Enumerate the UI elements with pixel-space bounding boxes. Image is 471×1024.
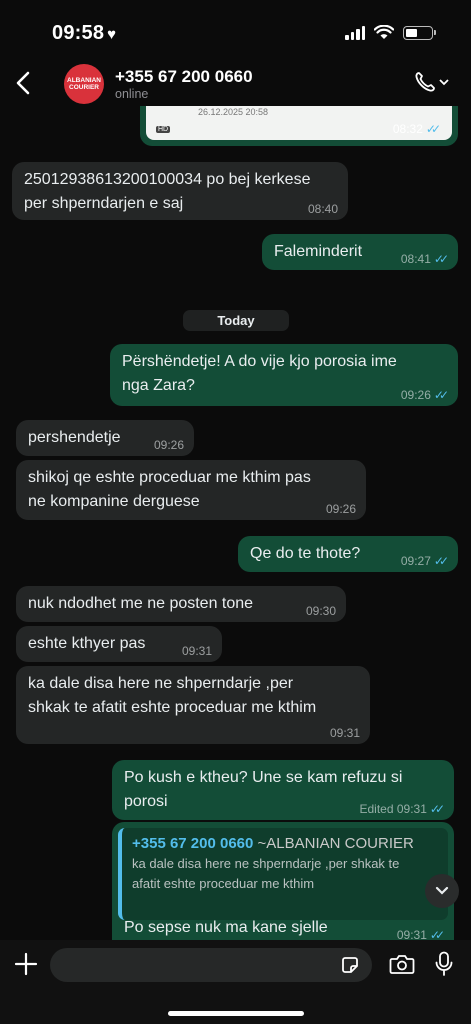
message-time: 08:32 (392, 122, 423, 136)
message-meta: 09:26 (154, 438, 184, 452)
message-bubble-out[interactable]: Po kush e ktheu? Une se kam refuzu si po… (112, 760, 454, 820)
message-meta: 08:32 ✓✓ (392, 122, 441, 136)
read-ticks-icon: ✓✓ (433, 388, 449, 402)
message-text: ne kompanine derguese (28, 493, 200, 510)
message-meta: 08:41 ✓✓ (400, 252, 449, 266)
read-ticks-icon: ✓✓ (425, 122, 441, 136)
message-time: 09:26 (400, 388, 431, 402)
camera-button[interactable] (389, 953, 415, 980)
quoted-message[interactable]: +355 67 200 0660 ~ALBANIAN COURIER ka da… (118, 828, 448, 920)
message-time: Edited 09:31 (359, 802, 427, 816)
message-text: Po sepse nuk ma kane sjelle (124, 919, 328, 936)
message-time: 09:30 (305, 604, 336, 618)
camera-icon (389, 955, 415, 974)
message-time: 09:26 (153, 438, 184, 452)
call-button[interactable] (413, 70, 449, 94)
message-text: shkak te afatit eshte proceduar me kthim (28, 699, 317, 716)
scroll-to-bottom-button[interactable] (425, 874, 459, 908)
attach-button[interactable] (14, 952, 38, 981)
battery-icon (403, 25, 436, 40)
contact-name[interactable]: +355 67 200 0660 (115, 67, 253, 87)
chevron-down-icon (435, 886, 449, 895)
avatar[interactable]: ALBANIAN COURIER (64, 64, 104, 104)
message-text: nuk ndodhet me ne posten tone (28, 595, 254, 612)
hd-badge: HD (156, 126, 171, 133)
message-meta: 08:40 (308, 202, 338, 216)
message-meta: 09:26 (326, 502, 356, 516)
wifi-icon (374, 25, 394, 39)
image-date-text: 26.12.2025 20:58 (198, 107, 269, 117)
composer-bar (0, 940, 471, 1024)
read-ticks-icon: ✓✓ (429, 802, 445, 816)
message-meta: Edited 09:31 ✓✓ (359, 802, 446, 816)
message-meta: 09:31 (182, 644, 212, 658)
message-bubble-out[interactable]: Faleminderit 08:41 ✓✓ (262, 234, 458, 270)
avatar-logo: ALBANIAN COURIER (67, 77, 101, 91)
date-divider: Today (183, 310, 289, 331)
status-bar: 09:58 ♥ (0, 0, 471, 62)
message-time: 09:26 (325, 502, 356, 516)
message-text: 25012938613200100034 po bej kerkese (24, 171, 311, 188)
quote-text: ka dale disa here ne shperndarje ,per sh… (132, 856, 400, 871)
message-text: ka dale disa here ne shperndarje ,per (28, 675, 294, 692)
chevron-left-icon (16, 71, 30, 95)
read-ticks-icon: ✓✓ (433, 554, 449, 568)
message-bubble-in[interactable]: ka dale disa here ne shperndarje ,per sh… (16, 666, 370, 744)
message-bubble-in[interactable]: shikoj qe eshte proceduar me kthim pas n… (16, 460, 366, 520)
message-bubble-in[interactable]: eshte kthyer pas 09:31 (16, 626, 222, 662)
message-list[interactable]: 26.12.2025 20:58 HD 08:32 ✓✓ 250129386132… (0, 106, 471, 940)
chevron-down-icon (439, 79, 449, 86)
quote-text: afatit eshte proceduar me kthim (132, 876, 315, 891)
read-ticks-icon: ✓✓ (429, 928, 445, 940)
message-time: 09:31 (181, 644, 212, 658)
quote-sender-tag: ~ALBANIAN COURIER (257, 835, 414, 852)
message-meta: 09:31 (330, 726, 360, 740)
chat-header: ALBANIAN COURIER +355 67 200 0660 online (0, 62, 471, 106)
message-text: Përshëndetje! A do vije kjo porosia ime (122, 353, 397, 370)
voice-record-button[interactable] (434, 951, 454, 982)
message-bubble-in[interactable]: nuk ndodhet me ne posten tone 09:30 (16, 586, 346, 622)
status-time: 09:58 ♥ (52, 22, 117, 44)
image-message[interactable]: 26.12.2025 20:58 HD 08:32 ✓✓ (140, 106, 458, 146)
message-bubble-out[interactable]: +355 67 200 0660 ~ALBANIAN COURIER ka da… (112, 822, 454, 940)
message-time: 08:41 (400, 252, 431, 266)
message-time: 09:31 (329, 726, 360, 740)
microphone-icon (435, 951, 453, 976)
message-meta: 09:27 ✓✓ (400, 554, 449, 568)
quote-sender-number: +355 67 200 0660 (132, 835, 254, 852)
contact-status: online (115, 87, 149, 101)
message-time: 09:27 (400, 554, 431, 568)
phone-icon (415, 72, 435, 92)
home-indicator[interactable] (168, 1011, 304, 1016)
quote-sender: +355 67 200 0660 ~ALBANIAN COURIER (132, 834, 438, 854)
message-meta: 09:31 ✓✓ (396, 928, 445, 940)
heart-icon: ♥ (107, 26, 117, 43)
message-bubble-out[interactable]: Qe do te thote? 09:27 ✓✓ (238, 536, 458, 572)
message-text: shikoj qe eshte proceduar me kthim pas (28, 469, 311, 486)
read-ticks-icon: ✓✓ (433, 252, 449, 266)
message-meta: 09:26 ✓✓ (400, 388, 449, 402)
message-meta: 09:30 (306, 604, 336, 618)
message-bubble-in[interactable]: 25012938613200100034 po bej kerkese per … (12, 162, 348, 220)
cellular-signal-icon (345, 25, 365, 40)
message-time: 09:31 (396, 928, 427, 940)
message-bubble-in[interactable]: pershendetje 09:26 (16, 420, 194, 456)
plus-icon (14, 952, 38, 976)
message-time: 08:40 (307, 202, 338, 216)
message-text: per shperndarjen e saj (24, 195, 184, 212)
sticker-icon (342, 957, 358, 973)
message-bubble-out[interactable]: Përshëndetje! A do vije kjo porosia ime … (110, 344, 458, 406)
sticker-button[interactable] (340, 955, 360, 980)
message-input[interactable] (50, 948, 372, 982)
back-button[interactable] (10, 66, 36, 100)
message-text: nga Zara? (122, 377, 195, 394)
message-text: Po kush e ktheu? Une se kam refuzu si (124, 769, 403, 786)
